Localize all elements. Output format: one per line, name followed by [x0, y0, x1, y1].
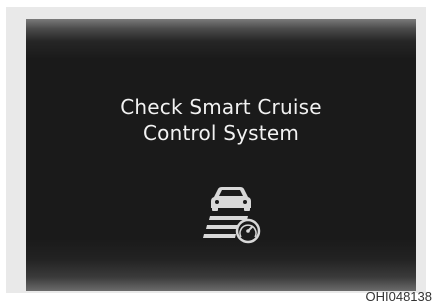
- message-line-2: Control System: [142, 121, 300, 145]
- page: Check Smart Cruise Control System OHI048…: [0, 0, 432, 304]
- image-caption: OHI048138: [365, 289, 432, 304]
- display-frame: Check Smart Cruise Control System: [6, 7, 426, 293]
- warning-message: Check Smart Cruise Control System: [26, 94, 416, 146]
- message-line-1: Check Smart Cruise: [120, 95, 322, 119]
- cluster-display: Check Smart Cruise Control System: [26, 19, 416, 291]
- smart-cruise-control-icon: [196, 185, 266, 245]
